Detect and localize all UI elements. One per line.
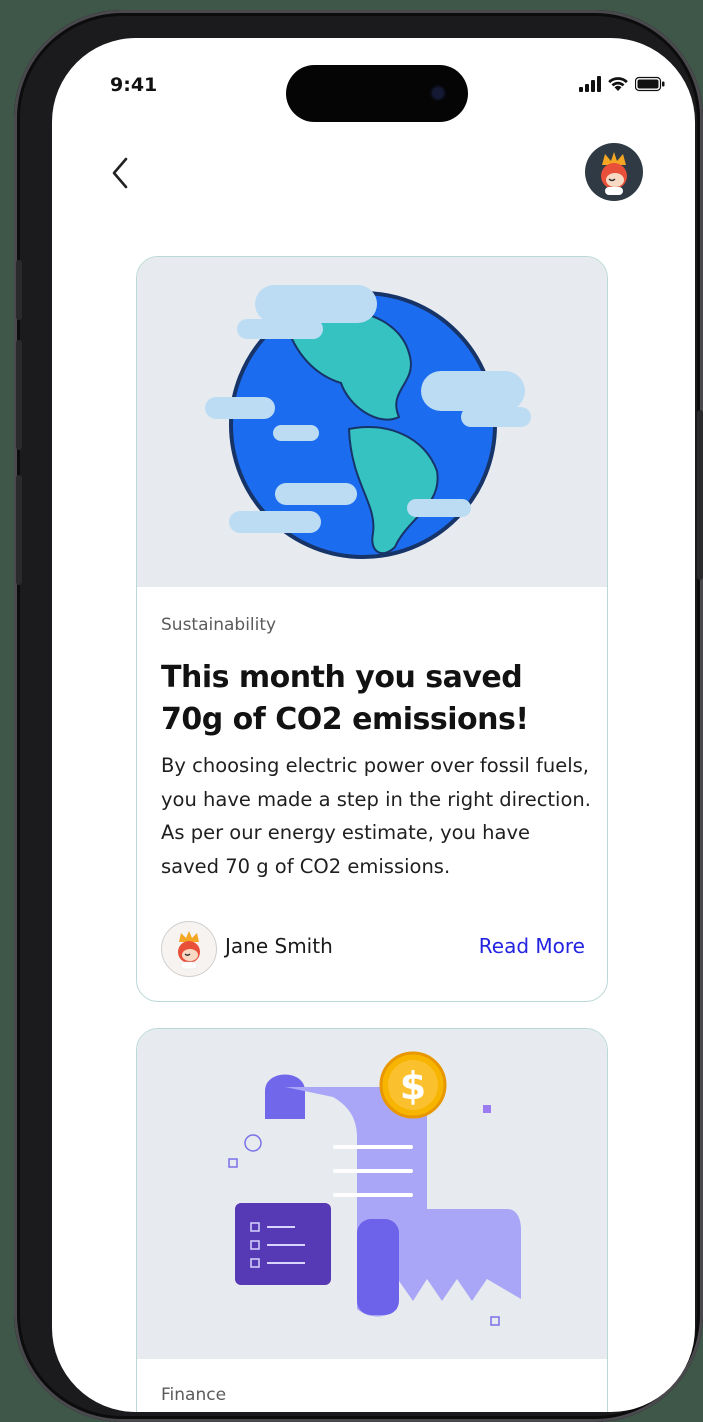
signal-icon <box>579 76 601 92</box>
card-headline: This month you saved 70g of CO2 emission… <box>161 660 529 737</box>
author-avatar <box>161 921 217 977</box>
power-button <box>697 410 703 580</box>
card-category: Finance <box>161 1385 227 1405</box>
receipt-illustration: $ <box>228 1051 521 1326</box>
front-camera <box>432 87 444 99</box>
author-name: Jane Smith <box>225 934 333 958</box>
silent-switch <box>16 260 22 320</box>
chevron-left-icon <box>112 157 128 189</box>
card-illustration <box>137 257 607 587</box>
avatar-icon <box>601 152 627 195</box>
card-illustration: $ <box>137 1029 607 1359</box>
profile-avatar[interactable] <box>585 143 643 201</box>
back-button[interactable] <box>102 153 142 193</box>
status-time: 9:41 <box>110 74 158 96</box>
card-category: Sustainability <box>161 615 277 635</box>
svg-text:$: $ <box>400 1064 426 1108</box>
status-icons <box>579 76 665 92</box>
wifi-icon <box>608 77 628 91</box>
card-body: By choosing electric power over fossil f… <box>161 754 591 878</box>
article-card-finance[interactable]: $ Finance <box>136 1028 608 1412</box>
volume-up-button <box>16 340 22 450</box>
phone-frame: 9:41 Sustainability This month you saved… <box>14 10 703 1422</box>
battery-icon <box>635 76 665 92</box>
avatar-icon <box>178 931 200 970</box>
article-card-sustainability[interactable]: Sustainability This month you saved 70g … <box>136 256 608 1002</box>
earth-illustration <box>205 285 531 559</box>
volume-down-button <box>16 475 22 585</box>
app-screen: 9:41 Sustainability This month you saved… <box>52 38 695 1412</box>
dynamic-island <box>286 65 468 122</box>
read-more-link[interactable]: Read More <box>479 934 585 958</box>
